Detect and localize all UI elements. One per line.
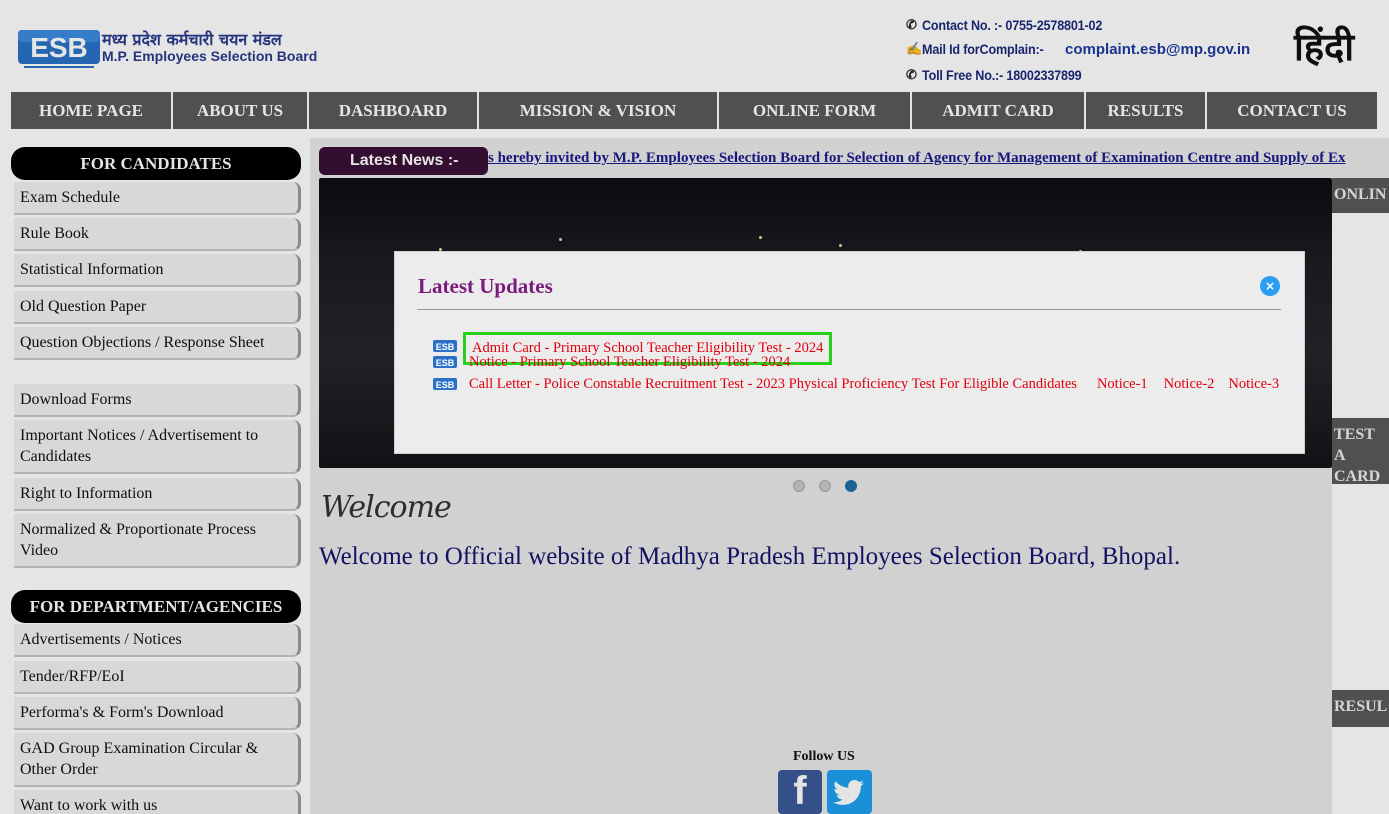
right-panel-results-heading[interactable]: RESUL: [1332, 690, 1389, 727]
latest-updates-modal: Latest Updates × ESB Admit Card - Primar…: [394, 251, 1305, 454]
esb-logo-icon: ESB: [433, 356, 457, 368]
writing-hand-icon: ✍: [906, 41, 923, 56]
sidebar: FOR CANDIDATES Exam Schedule Rule Book S…: [11, 138, 310, 814]
esb-logo-icon: ESB: [433, 340, 457, 352]
right-panel-online-heading[interactable]: ONLIN: [1332, 178, 1389, 213]
nav-dashboard[interactable]: DASHBOARD: [309, 92, 479, 129]
sidebar-item-statistical-information[interactable]: Statistical Information: [14, 254, 301, 287]
phone-icon: ✆: [906, 17, 917, 32]
update-item: ESB Notice - Primary School Teacher Elig…: [433, 352, 1273, 374]
esb-logo[interactable]: ESB मध्य प्रदेश कर्मचारी चयन मंडल M.P. E…: [18, 24, 318, 76]
sidebar-item-gad-circular[interactable]: GAD Group Examination Circular & Other O…: [14, 733, 301, 787]
svg-text:ESB: ESB: [436, 380, 455, 390]
slider-dot-3[interactable]: [845, 480, 857, 492]
sidebar-item-important-notices[interactable]: Important Notices / Advertisement to Can…: [14, 420, 301, 474]
twitter-icon[interactable]: [827, 770, 872, 814]
nav-online-form[interactable]: ONLINE FORM: [719, 92, 912, 129]
notice-2-link[interactable]: Notice-2: [1164, 376, 1215, 392]
svg-text:ESB: ESB: [30, 32, 88, 63]
update-notice-link[interactable]: Notice - Primary School Teacher Eligibil…: [469, 352, 1279, 373]
sidebar-item-question-objections[interactable]: Question Objections / Response Sheet: [14, 327, 301, 360]
complaint-email-link[interactable]: complaint.esb@mp.gov.in: [1065, 41, 1250, 58]
contact-mail-label: Mail Id forComplain:-: [922, 41, 1044, 57]
update-call-letter: Call Letter - Police Constable Recruitme…: [463, 374, 1283, 395]
nav-contact-us[interactable]: CONTACT US: [1207, 92, 1379, 129]
svg-text:ESB: ESB: [436, 358, 455, 368]
notice-3-link[interactable]: Notice-3: [1228, 376, 1279, 392]
esb-logo-mark: ESB: [18, 30, 100, 68]
hindi-language-button[interactable]: हिंदी: [1294, 18, 1382, 76]
contact-phone-line: ✆ Contact No. :- 0755-2578801-02: [906, 14, 1122, 36]
latest-news-badge: Latest News :-: [319, 147, 488, 175]
sidebar-item-download-forms[interactable]: Download Forms: [14, 384, 301, 417]
logo-english-text: M.P. Employees Selection Board: [102, 48, 318, 64]
contact-tollfree-text: Toll Free No.:- 18002337899: [922, 67, 1082, 83]
follow-us-label: Follow US: [793, 749, 855, 764]
nav-mission-vision[interactable]: MISSION & VISION: [479, 92, 719, 129]
sidebar-item-rule-book[interactable]: Rule Book: [14, 218, 301, 251]
welcome-script-heading: Welcome: [321, 490, 452, 525]
nav-results[interactable]: RESULTS: [1086, 92, 1207, 129]
news-ticker-link[interactable]: s hereby invited by M.P. Employees Selec…: [488, 150, 1389, 174]
contact-tollfree-line: ✆ Toll Free No.:- 18002337899: [906, 64, 1099, 86]
phone-icon: ✆: [906, 67, 917, 82]
sidebar-item-exam-schedule[interactable]: Exam Schedule: [14, 182, 301, 215]
facebook-icon[interactable]: f: [778, 770, 822, 814]
svg-text:ESB: ESB: [436, 342, 455, 352]
nav-about-us[interactable]: ABOUT US: [173, 92, 309, 129]
sidebar-item-normalized-process-video[interactable]: Normalized & Proportionate Process Video: [14, 514, 301, 568]
contact-mail-line: ✍ Mail Id forComplain:- complaint.esb@mp…: [906, 38, 1250, 60]
sidebar-item-old-question-paper[interactable]: Old Question Paper: [14, 291, 301, 324]
sidebar-item-right-to-information[interactable]: Right to Information: [14, 478, 301, 511]
candidates-heading: FOR CANDIDATES: [11, 147, 301, 180]
logo-hindi-text: मध्य प्रदेश कर्मचारी चयन मंडल: [102, 30, 282, 49]
main-nav: HOME PAGE ABOUT US DASHBOARD MISSION & V…: [11, 92, 1379, 129]
notice-1-link[interactable]: Notice-1: [1097, 376, 1148, 392]
slider-dot-2[interactable]: [819, 480, 831, 492]
update-call-letter-link[interactable]: Call Letter - Police Constable Recruitme…: [469, 376, 1077, 392]
update-item: ESB Call Letter - Police Constable Recru…: [433, 374, 1279, 418]
right-panel-test-card-heading[interactable]: TEST A CARD: [1332, 418, 1389, 484]
sidebar-item-advertisements[interactable]: Advertisements / Notices: [14, 624, 301, 657]
site-header: ESB मध्य प्रदेश कर्मचारी चयन मंडल M.P. E…: [0, 0, 1389, 92]
nav-home-page[interactable]: HOME PAGE: [11, 92, 173, 129]
sidebar-item-performa-download[interactable]: Performa's & Form's Download: [14, 697, 301, 730]
department-heading: FOR DEPARTMENT/AGENCIES: [11, 590, 301, 623]
twitter-bird-icon: [833, 780, 864, 805]
nav-admit-card[interactable]: ADMIT CARD: [912, 92, 1086, 129]
close-icon[interactable]: ×: [1260, 276, 1280, 296]
modal-title: Latest Updates: [418, 274, 553, 298]
slider-dot-1[interactable]: [793, 480, 805, 492]
welcome-text: Welcome to Official website of Madhya Pr…: [319, 543, 1181, 570]
sidebar-item-tender[interactable]: Tender/RFP/EoI: [14, 661, 301, 694]
contact-block: ✆ Contact No. :- 0755-2578801-02 ✍ Mail …: [906, 14, 1296, 88]
sidebar-item-work-with-us[interactable]: Want to work with us: [14, 790, 301, 814]
right-side-panel: ONLIN TEST A CARD RESUL: [1332, 178, 1389, 814]
contact-phone-text: Contact No. :- 0755-2578801-02: [922, 17, 1103, 33]
esb-logo-icon: ESB: [433, 378, 457, 390]
modal-divider: [417, 309, 1281, 310]
